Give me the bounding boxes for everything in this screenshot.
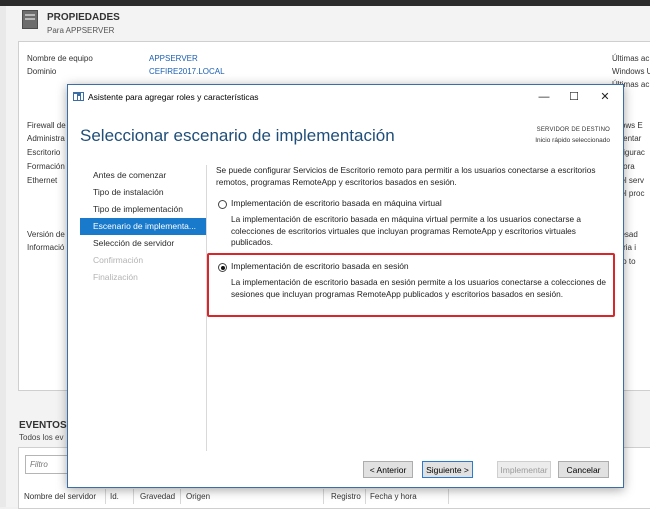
next-button[interactable]: Siguiente > <box>422 461 473 478</box>
column-divider <box>365 489 366 504</box>
nav-step-results: Finalización <box>93 272 138 282</box>
destination-server-value: Inicio rápido seleccionado <box>535 137 610 144</box>
field-value[interactable]: APPSERVER <box>149 54 198 63</box>
field-value[interactable]: CEFIRE2017.LOCAL <box>149 67 225 76</box>
column-divider <box>323 489 324 504</box>
nav-step-deployment-scenario[interactable]: Escenario de implementa... <box>80 218 206 235</box>
radio-virtual-machine[interactable] <box>218 200 227 209</box>
field-label: Informació <box>27 243 65 252</box>
option-label[interactable]: Implementación de escritorio basada en m… <box>231 198 442 208</box>
annotation-highlight-box <box>207 253 615 317</box>
field-label: Windows U <box>612 67 650 76</box>
column-divider <box>448 489 449 504</box>
deploy-button: Implementar <box>497 461 551 478</box>
column-header[interactable]: Gravedad <box>140 492 175 501</box>
nav-step-server-selection[interactable]: Selección de servidor <box>80 235 206 252</box>
field-label: Nombre de equipo <box>27 54 93 63</box>
field-label: Administra <box>27 134 65 143</box>
cancel-button[interactable]: Cancelar <box>558 461 609 478</box>
column-header[interactable]: Id. <box>110 492 119 501</box>
nav-step-installation-type[interactable]: Tipo de instalación <box>80 184 206 201</box>
field-label: Escritorio <box>27 148 61 157</box>
column-divider <box>105 489 106 504</box>
back-button[interactable]: < Anterior <box>363 461 413 478</box>
wizard-steps-nav: Antes de comenzar Tipo de instalación Ti… <box>80 167 206 286</box>
events-title: EVENTOS <box>19 420 67 431</box>
destination-server-label: SERVIDOR DE DESTINO <box>536 127 610 133</box>
column-header[interactable]: Registro <box>331 492 361 501</box>
maximize-icon[interactable]: ☐ <box>559 88 589 106</box>
field-label: Ethernet <box>27 176 58 185</box>
server-icon <box>22 10 38 29</box>
field-label: Dominio <box>27 67 57 76</box>
option-description: La implementación de escritorio basada e… <box>231 214 582 247</box>
nav-step-before-you-begin[interactable]: Antes de comenzar <box>80 167 206 184</box>
minimize-icon[interactable]: — <box>529 88 559 106</box>
dialog-titlebar[interactable]: Asistente para agregar roles y caracterí… <box>68 85 623 109</box>
dialog-title: Asistente para agregar roles y caracterí… <box>88 92 259 102</box>
events-column-headers: Nombre del servidor Id. Gravedad Origen … <box>18 486 650 507</box>
page-title: Seleccionar escenario de implementación <box>80 126 395 145</box>
column-header[interactable]: Nombre del servidor <box>24 492 96 501</box>
field-label: Formación <box>27 162 65 171</box>
field-label: Últimas ac <box>612 54 650 63</box>
nav-step-deployment-type[interactable]: Tipo de implementación <box>80 201 206 218</box>
nav-step-confirmation: Confirmación <box>93 255 144 265</box>
wizard-icon <box>73 92 84 101</box>
field-label: Versión de <box>27 230 65 239</box>
column-header[interactable]: Origen <box>186 492 210 501</box>
properties-title: PROPIEDADES <box>47 12 120 23</box>
column-divider <box>180 489 181 504</box>
column-divider <box>133 489 134 504</box>
properties-subtitle: Para APPSERVER <box>47 26 115 35</box>
events-subtitle: Todos los ev <box>19 433 64 442</box>
button-bar-divider <box>68 451 623 452</box>
column-header[interactable]: Fecha y hora <box>370 492 417 501</box>
intro-text: Se puede configurar Servicios de Escrito… <box>216 165 596 187</box>
field-label: Firewall de <box>27 121 66 130</box>
close-icon[interactable]: ✕ <box>590 88 620 106</box>
